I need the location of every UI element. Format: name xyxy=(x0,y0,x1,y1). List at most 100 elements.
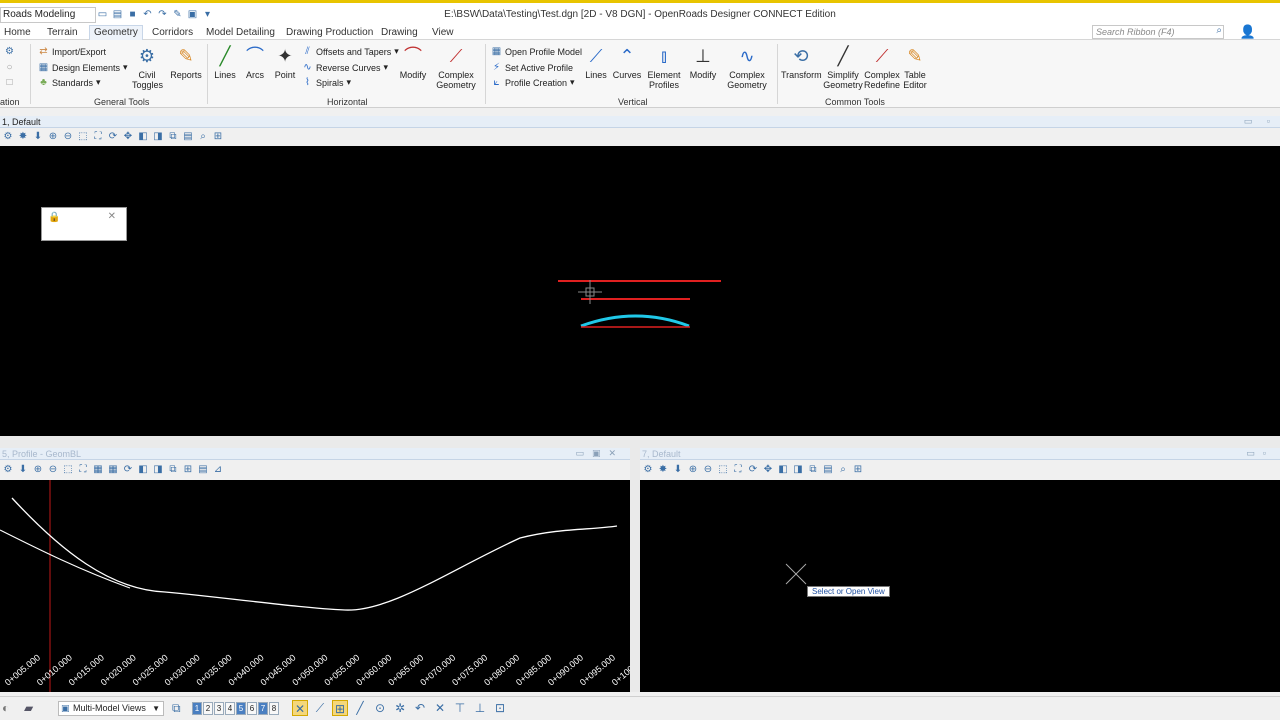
horizontal-point-button[interactable]: ✦ Point xyxy=(272,44,298,80)
display-style-icon[interactable]: ✸ xyxy=(17,131,29,143)
simplify-geometry-button[interactable]: ╱ Simplify Geometry xyxy=(823,44,863,90)
profile-creation-button[interactable]: ⟀ Profile Creation ▾ xyxy=(491,77,575,88)
view7-titlebar[interactable]: 7, Default ▭▫ xyxy=(640,448,1280,460)
tab-geometry[interactable]: Geometry xyxy=(89,25,143,40)
reports-button[interactable]: ✎ Reports xyxy=(170,44,202,80)
view-groups-icon[interactable]: ⧉ xyxy=(172,701,181,716)
cyan-arc[interactable] xyxy=(580,314,690,328)
table-editor-button[interactable]: ✎ Table Editor xyxy=(901,44,929,90)
civil-toggles-button[interactable]: ⚙ Civil Toggles xyxy=(132,44,163,90)
tab-model-detailing[interactable]: Model Detailing xyxy=(202,26,279,39)
zoom-in-icon[interactable]: ⊕ xyxy=(47,131,59,143)
next-view-icon[interactable]: ◨ xyxy=(152,464,164,476)
intersection-snap-icon[interactable]: ✕ xyxy=(432,700,448,716)
center-snap-icon[interactable]: ⊙ xyxy=(372,700,388,716)
horizontal-splitter[interactable] xyxy=(0,436,1280,448)
tab-drawing-production[interactable]: Drawing Production xyxy=(282,26,377,39)
tab-view[interactable]: View xyxy=(428,26,458,39)
transform-button[interactable]: ⟲ Transform xyxy=(781,44,822,80)
view-button-4[interactable]: 4 xyxy=(225,702,235,715)
horizontal-arcs-button[interactable]: ⌒ Arcs xyxy=(242,44,268,80)
view-button-8[interactable]: 8 xyxy=(269,702,279,715)
offsets-tapers-button[interactable]: ⫽ Offsets and Tapers ▾ xyxy=(302,46,398,57)
small-tool[interactable]: ○ xyxy=(4,62,15,73)
view1-titlebar[interactable]: 1, Default ▭ ▫ xyxy=(0,116,1280,128)
previous-view-icon[interactable]: ◧ xyxy=(137,464,149,476)
window-area-icon[interactable]: ⬚ xyxy=(77,131,89,143)
copy-view-icon[interactable]: ⧉ xyxy=(167,131,179,143)
zoom-in-icon[interactable]: ⊕ xyxy=(687,464,699,476)
nearest-snap-icon[interactable]: ⊞ xyxy=(332,700,348,716)
view7-window-controls[interactable]: ▭▫ xyxy=(1246,448,1274,459)
grid-icon[interactable]: ▦ xyxy=(92,464,104,476)
view1-canvas[interactable]: 🔒 ✕ xyxy=(0,146,1280,436)
view-attributes-icon[interactable]: ⚙ xyxy=(2,464,14,476)
camera-icon[interactable]: ⌕ xyxy=(197,131,209,143)
update-view-icon[interactable]: ⬇ xyxy=(17,464,29,476)
measure-icon[interactable]: ⊿ xyxy=(212,464,224,476)
level-icon[interactable]: ▤ xyxy=(197,464,209,476)
view-button-1[interactable]: 1 xyxy=(192,702,202,715)
view-button-3[interactable]: 3 xyxy=(214,702,224,715)
selection-tool[interactable]: ⚙ xyxy=(4,46,15,57)
view-toggle-icon[interactable]: ▤ xyxy=(822,464,834,476)
zoom-out-icon[interactable]: ⊖ xyxy=(702,464,714,476)
view-attributes-icon[interactable]: ⚙ xyxy=(642,464,654,476)
view-button-5[interactable]: 5 xyxy=(236,702,246,715)
vertical-splitter[interactable] xyxy=(630,448,640,692)
copy-view-icon[interactable]: ⧉ xyxy=(167,464,179,476)
horizontal-complex-geometry-button[interactable]: ⟋ Complex Geometry xyxy=(434,44,478,90)
complex-redefine-button[interactable]: ⟋ Complex Redefine xyxy=(863,44,901,90)
snap-off-icon[interactable]: ✕ xyxy=(292,700,308,716)
update-view-icon[interactable]: ⬇ xyxy=(32,131,44,143)
view-button-2[interactable]: 2 xyxy=(203,702,213,715)
view-attributes-icon[interactable]: ⚙ xyxy=(2,131,14,143)
keypoint-snap-icon[interactable]: ⟋ xyxy=(312,700,328,716)
bisector-snap-icon[interactable]: ↶ xyxy=(412,700,428,716)
view-button-6[interactable]: 6 xyxy=(247,702,257,715)
horizontal-lines-button[interactable]: ╱ Lines xyxy=(212,44,238,80)
profile-ground-line[interactable] xyxy=(11,497,618,611)
element-profiles-button[interactable]: ⫾ Element Profiles xyxy=(646,44,682,90)
import-export-button[interactable]: ⇄ Import/Export xyxy=(38,46,106,57)
search-icon[interactable]: ⌕ xyxy=(1216,25,1222,36)
fit-view-icon[interactable]: ⛶ xyxy=(77,464,89,476)
open-profile-model-button[interactable]: ▦ Open Profile Model xyxy=(491,46,582,57)
tab-terrain[interactable]: Terrain xyxy=(43,26,82,39)
display-style-icon[interactable]: ✸ xyxy=(657,464,669,476)
zoom-out-icon[interactable]: ⊖ xyxy=(47,464,59,476)
view-toggle-icon[interactable]: ▤ xyxy=(182,131,194,143)
horizontal-modify-button[interactable]: ⌒ Modify xyxy=(397,44,429,80)
profile-design-line[interactable] xyxy=(0,529,131,589)
rotate-view-icon[interactable]: ⟳ xyxy=(747,464,759,476)
tab-corridors[interactable]: Corridors xyxy=(148,26,197,39)
tab-home[interactable]: Home xyxy=(0,26,35,39)
tangent-snap-icon[interactable]: ⊤ xyxy=(452,700,468,716)
cursor-mode-icon[interactable]: ◐ xyxy=(2,701,9,715)
vertical-complex-geometry-button[interactable]: ∿ Complex Geometry xyxy=(724,44,770,90)
previous-view-icon[interactable]: ◧ xyxy=(137,131,149,143)
user-icon[interactable]: 👤 xyxy=(1240,24,1256,40)
rotate-view-icon[interactable]: ⟳ xyxy=(122,464,134,476)
raster-icon[interactable]: ⊞ xyxy=(182,464,194,476)
standards-button[interactable]: ♣ Standards ▾ xyxy=(38,77,100,88)
ribbon-search-input[interactable]: Search Ribbon (F4) xyxy=(1092,25,1224,39)
perpendicular-snap-icon[interactable]: ⊥ xyxy=(472,700,488,716)
vertical-modify-button[interactable]: ⊥ Modify xyxy=(687,44,719,80)
zoom-in-icon[interactable]: ⊕ xyxy=(32,464,44,476)
snap-mode-icon[interactable]: ⊡ xyxy=(492,700,508,716)
vertical-curves-button[interactable]: ⌃ Curves xyxy=(612,44,642,80)
view1-window-controls[interactable]: ▭ ▫ xyxy=(1244,116,1276,127)
vertical-lines-button[interactable]: ⟋ Lines xyxy=(582,44,610,80)
view7-canvas[interactable]: Select or Open View xyxy=(640,480,1280,692)
pan-view-icon[interactable]: ✥ xyxy=(122,131,134,143)
origin-snap-icon[interactable]: ✲ xyxy=(392,700,408,716)
model-view-combo[interactable]: ▣ Multi-Model Views ▼ xyxy=(58,701,164,716)
reverse-curves-button[interactable]: ∿ Reverse Curves ▾ xyxy=(302,62,388,73)
window-area-icon[interactable]: ⬚ xyxy=(62,464,74,476)
previous-view-icon[interactable]: ◧ xyxy=(777,464,789,476)
zoom-out-icon[interactable]: ⊖ xyxy=(62,131,74,143)
fit-view-icon[interactable]: ⛶ xyxy=(732,464,744,476)
midpoint-snap-icon[interactable]: ╱ xyxy=(352,700,368,716)
view5-window-controls[interactable]: ▭▣✕ xyxy=(575,448,624,459)
